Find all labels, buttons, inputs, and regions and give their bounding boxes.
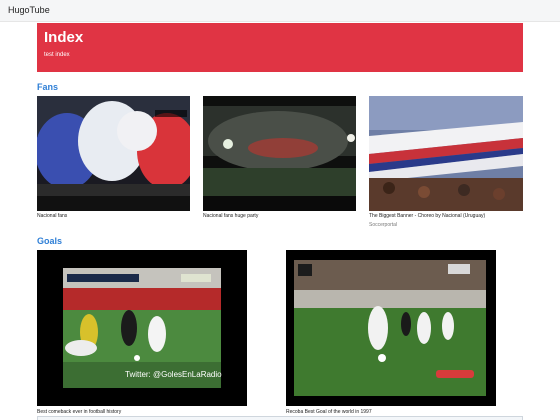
video-card-recoba-goal[interactable]: Recoba Best Goal of the world in 1997 — [286, 250, 496, 416]
brand-logo-link[interactable]: HugoTube — [8, 5, 50, 15]
section-title-goals[interactable]: Goals — [37, 236, 62, 246]
video-title[interactable]: Recoba Best Goal of the world in 1997 — [286, 409, 372, 415]
video-thumbnail[interactable]: Twitter: @GolesEnLaRadio — [37, 250, 247, 406]
video-thumbnail[interactable] — [369, 96, 523, 211]
video-title[interactable]: Best comeback ever in football history — [37, 409, 121, 415]
video-title[interactable]: The Biggest Banner - Choreo by Nacional … — [369, 213, 485, 219]
video-thumbnail[interactable] — [37, 96, 190, 211]
top-navbar: HugoTube — [0, 0, 560, 22]
page-title: Index — [44, 29, 84, 46]
video-title[interactable]: Nacional fans huge party — [203, 213, 258, 219]
video-thumbnail[interactable] — [286, 250, 496, 406]
video-thumbnail[interactable] — [203, 96, 356, 211]
video-source: Soccerportal — [369, 222, 398, 228]
video-card-nacional-fans[interactable]: Nacional fans — [37, 96, 190, 222]
footer-edge — [37, 416, 523, 420]
page-subtitle: test index — [44, 52, 70, 58]
video-watermark: Twitter: @GolesEnLaRadio — [125, 370, 222, 379]
hero-banner: Index test index — [37, 23, 523, 72]
section-title-fans[interactable]: Fans — [37, 82, 58, 92]
video-card-biggest-banner[interactable]: The Biggest Banner - Choreo by Nacional … — [369, 96, 523, 230]
video-card-best-comeback[interactable]: Twitter: @GolesEnLaRadio Best comeback e… — [37, 250, 247, 416]
video-title[interactable]: Nacional fans — [37, 213, 67, 219]
video-card-nacional-fans-huge-party[interactable]: Nacional fans huge party — [203, 96, 356, 222]
